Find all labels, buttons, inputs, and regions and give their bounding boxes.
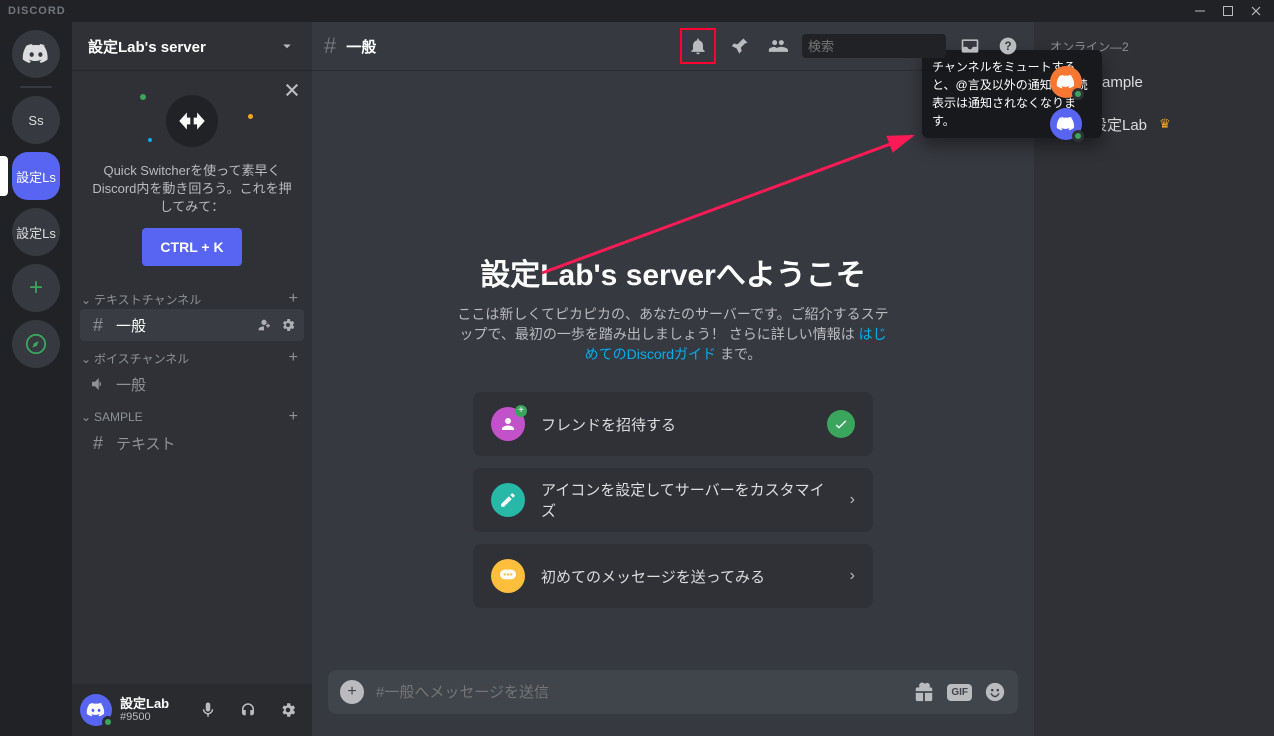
chevron-right-icon: › <box>850 491 855 509</box>
window-minimize-button[interactable] <box>1186 0 1214 22</box>
crown-icon: ♛ <box>1159 116 1171 132</box>
channel-sidebar: 設定Lab's server Quick Switcherを使って素早くDisc… <box>72 22 312 736</box>
check-icon <box>827 410 855 438</box>
svg-text:?: ? <box>1004 40 1011 53</box>
channel-general-voice[interactable]: 一般 <box>80 368 304 400</box>
gear-icon[interactable] <box>280 317 296 333</box>
emoji-button[interactable] <box>984 681 1006 703</box>
add-channel-icon[interactable]: + <box>283 290 304 308</box>
member-list-button[interactable] <box>764 32 792 60</box>
explore-servers-button[interactable] <box>12 320 60 368</box>
server-name: 設定Lab's server <box>88 36 206 57</box>
onboarding-cards: + フレンドを招待する アイコンを設定してサーバーをカスタマイズ › <box>473 392 873 608</box>
chevron-right-icon: › <box>850 567 855 585</box>
category-voice-channels[interactable]: ⌄ボイスチャンネル + <box>72 341 312 367</box>
user-name: 設定Lab <box>120 697 184 711</box>
notifications-button[interactable] <box>684 32 712 60</box>
inbox-button[interactable] <box>956 32 984 60</box>
hash-icon: # <box>88 433 108 454</box>
quick-switcher-text: Quick Switcherを使って素早くDiscord内を動き回ろう。これを押… <box>88 162 296 216</box>
welcome-title: 設定Lab's serverへようこそ <box>453 250 893 294</box>
member-list: オンライン—2 Sample 設定Lab ♛ <box>1034 22 1274 736</box>
add-sample-channel-icon[interactable]: + <box>283 408 304 426</box>
hash-icon: # <box>88 315 108 336</box>
user-settings-button[interactable] <box>272 694 304 726</box>
channel-general-text[interactable]: # 一般 <box>80 309 304 341</box>
mute-button[interactable] <box>192 694 224 726</box>
quick-switcher-card: Quick Switcherを使って素早くDiscord内を動き回ろう。これを押… <box>72 70 312 282</box>
channel-header: # 一般 ? <box>312 22 1034 70</box>
gift-button[interactable] <box>913 681 935 703</box>
chevron-down-icon <box>278 37 296 55</box>
home-button[interactable] <box>12 30 60 78</box>
category-text-channels[interactable]: ⌄テキストチャンネル + <box>72 282 312 308</box>
welcome-block: 設定Lab's serverへようこそ ここは新しくてピカピカの、あなたのサーバ… <box>453 110 893 364</box>
pinned-messages-button[interactable] <box>726 32 754 60</box>
guild-separator <box>20 86 52 88</box>
quick-switcher-shortcut[interactable]: CTRL + K <box>142 228 241 266</box>
window-maximize-button[interactable] <box>1214 0 1242 22</box>
welcome-text: ここは新しくてピカピカの、あなたのサーバーです。ご紹介するステップで、最初の一歩… <box>453 304 893 364</box>
help-button[interactable]: ? <box>994 32 1022 60</box>
channel-name: 一般 <box>346 36 376 57</box>
main-area: # 一般 ? チャンネルをミュートすると、@言及以外の通知と未読表示は通知されな… <box>312 22 1034 736</box>
gif-button[interactable]: GIF <box>947 684 972 701</box>
add-voice-channel-icon[interactable]: + <box>283 349 304 367</box>
server-list: Ss 設定Ls 設定Ls + <box>0 22 72 736</box>
add-server-button[interactable]: + <box>12 264 60 312</box>
channel-text[interactable]: # テキスト <box>80 427 304 459</box>
channel-content: 設定Lab's serverへようこそ ここは新しくてピカピカの、あなたのサーバ… <box>312 70 1034 670</box>
attach-button[interactable]: + <box>340 680 364 704</box>
server-current[interactable]: 設定Ls <box>12 152 60 200</box>
card-customize-icon[interactable]: アイコンを設定してサーバーをカスタマイズ › <box>473 468 873 532</box>
user-tag: #9500 <box>120 711 184 723</box>
user-avatar[interactable] <box>80 694 112 726</box>
card-first-message[interactable]: 初めてのメッセージを送ってみる › <box>473 544 873 608</box>
category-sample[interactable]: ⌄SAMPLE + <box>72 400 312 426</box>
search-box[interactable] <box>802 34 946 58</box>
deafen-button[interactable] <box>232 694 264 726</box>
hash-icon: # <box>324 33 336 59</box>
card-invite-friends[interactable]: + フレンドを招待する <box>473 392 873 456</box>
app-brand: DISCORD <box>8 5 66 17</box>
server-settei2[interactable]: 設定Ls <box>12 208 60 256</box>
window-close-button[interactable] <box>1242 0 1270 22</box>
user-panel: 設定Lab #9500 <box>72 684 312 736</box>
server-header[interactable]: 設定Lab's server <box>72 22 312 70</box>
titlebar: DISCORD <box>0 0 1274 22</box>
quick-switcher-art <box>88 86 296 156</box>
server-ss[interactable]: Ss <box>12 96 60 144</box>
composer: + GIF <box>312 670 1034 736</box>
speaker-icon <box>88 375 108 393</box>
invite-icon[interactable] <box>256 317 272 333</box>
message-input[interactable] <box>376 684 901 701</box>
